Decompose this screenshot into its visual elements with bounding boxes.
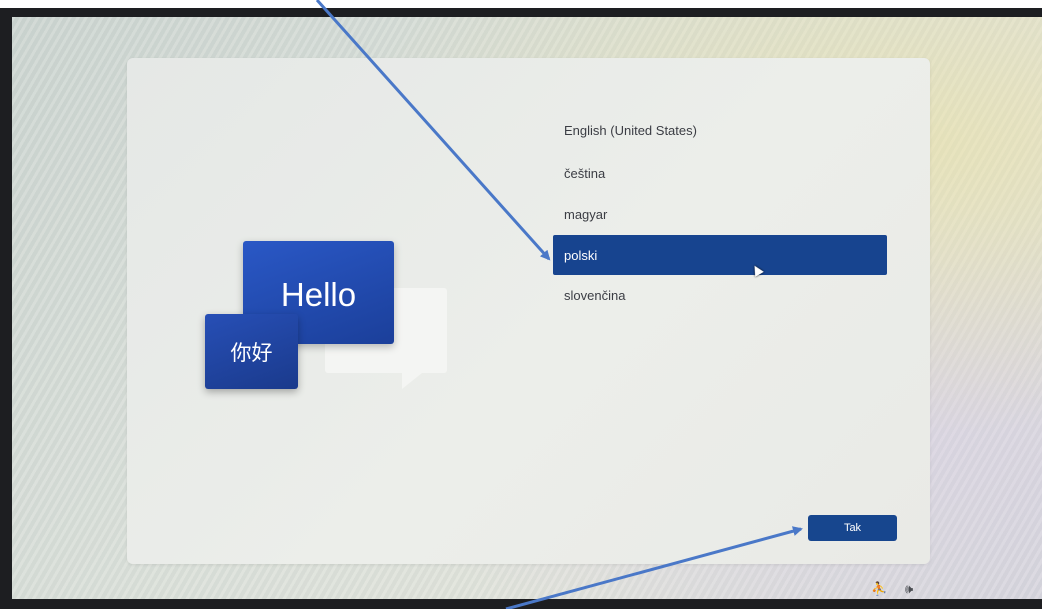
language-option-label: polski <box>564 247 598 263</box>
language-option-english[interactable]: English (United States) <box>553 110 887 150</box>
language-option-magyar[interactable]: magyar <box>553 194 887 234</box>
nihao-text: 你好 <box>230 340 273 365</box>
language-option-cestina[interactable]: čeština <box>553 153 887 193</box>
language-option-polski[interactable]: polski <box>553 235 887 275</box>
nihao-card: 你好 <box>205 314 298 389</box>
volume-icon[interactable]: 🕪 <box>905 582 913 597</box>
speech-bubble-tail <box>402 373 422 389</box>
next-button[interactable]: Tak <box>808 515 897 541</box>
language-option-label: čeština <box>564 165 606 181</box>
language-option-label: slovenčina <box>564 287 626 303</box>
language-option-slovencina[interactable]: slovenčina <box>553 275 887 315</box>
language-option-label: English (United States) <box>564 122 697 138</box>
hello-text: Hello <box>280 275 357 313</box>
accessibility-icon[interactable]: ⛹ <box>871 582 887 597</box>
language-option-label: magyar <box>564 206 608 222</box>
